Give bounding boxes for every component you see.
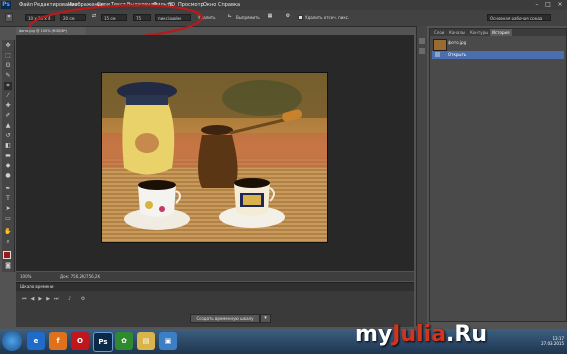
photoshop-icon[interactable]: Ps xyxy=(93,332,113,352)
start-button[interactable] xyxy=(2,331,22,351)
tab-history[interactable]: История xyxy=(490,29,512,36)
brush-tool-icon[interactable]: ✐ xyxy=(4,112,12,120)
dodge-tool-icon[interactable]: ● xyxy=(4,172,12,180)
tab-paths[interactable]: Контуры xyxy=(468,29,490,36)
marquee-tool-icon[interactable]: ⬚ xyxy=(4,52,12,60)
firefox-icon[interactable]: f xyxy=(49,332,67,350)
tools-panel: ✥ ⬚ ʘ ✎ ⌗ ⁄ ✚ ✐ ▲ ↺ ◧ ▬ ◆ ● ✒ T ➤ ▭ ✋ ⌕ … xyxy=(2,40,15,272)
document-image[interactable] xyxy=(101,72,328,243)
shape-tool-icon[interactable]: ▭ xyxy=(4,215,12,223)
collapsed-panel-dock xyxy=(416,26,427,326)
snapshot-label: фото.jpg xyxy=(448,40,467,45)
status-bar: 100% Док: 756,2K/756,2K xyxy=(16,272,414,281)
watermark-part2: Julia xyxy=(392,322,447,347)
pen-tool-icon[interactable]: ✒ xyxy=(4,185,12,193)
picture-viewer-icon[interactable]: ▣ xyxy=(159,332,177,350)
hand-tool-icon[interactable]: ✋ xyxy=(4,228,12,236)
watermark-part1: my xyxy=(355,322,393,347)
document-tab[interactable]: фото.jpg @ 100% (RGB/8*) xyxy=(16,27,86,35)
icq-icon[interactable]: ✿ xyxy=(115,332,133,350)
lasso-tool-icon[interactable]: ʘ xyxy=(4,62,12,70)
chevron-down-icon[interactable]: ▾ xyxy=(260,314,271,323)
tab-layers[interactable]: Слои xyxy=(432,29,446,36)
move-tool-icon[interactable]: ✥ xyxy=(4,42,12,50)
clock-date: 27.03.2015 xyxy=(541,341,564,346)
history-panel: Слои Каналы Контуры История фото.jpg Отк… xyxy=(429,28,567,322)
eyedropper-tool-icon[interactable]: ⁄ xyxy=(4,92,12,100)
snapshot-row[interactable]: фото.jpg xyxy=(432,38,564,51)
history-item[interactable]: Открыть xyxy=(432,51,564,59)
snapshot-thumbnail xyxy=(433,39,447,51)
eraser-tool-icon[interactable]: ◧ xyxy=(4,142,12,150)
timeline-panel: Шкала времени ⏮◀▶▶⏭ ♪ ⚙ Создать временну… xyxy=(16,282,414,327)
history-item-label: Открыть xyxy=(448,52,467,57)
blur-tool-icon[interactable]: ◆ xyxy=(4,162,12,170)
watermark-part3: .Ru xyxy=(446,322,488,347)
history-brush-tool-icon[interactable]: ↺ xyxy=(4,132,12,140)
type-tool-icon[interactable]: T xyxy=(4,195,12,203)
panel-tabs: Слои Каналы Контуры История xyxy=(430,29,566,36)
timeline-title: Шкала времени xyxy=(20,284,54,289)
system-clock[interactable]: 13:17 27.03.2015 xyxy=(541,336,564,346)
zoom-tool-icon[interactable]: ⌕ xyxy=(4,238,12,246)
explorer-icon[interactable]: ▤ xyxy=(137,332,155,350)
playback-controls[interactable]: ⏮◀▶▶⏭ ♪ ⚙ xyxy=(22,296,89,302)
history-state-icon xyxy=(435,52,440,57)
history-panel-icon[interactable] xyxy=(419,38,425,44)
gradient-tool-icon[interactable]: ▬ xyxy=(4,152,12,160)
crop-tool-icon[interactable]: ⌗ xyxy=(4,82,12,90)
ie-icon[interactable]: e xyxy=(27,332,45,350)
path-select-tool-icon[interactable]: ➤ xyxy=(4,205,12,213)
doc-info: Док: 756,2K/756,2K xyxy=(60,274,101,279)
timeline-header xyxy=(16,283,414,291)
healing-tool-icon[interactable]: ✚ xyxy=(4,102,12,110)
coffee-photo xyxy=(102,73,327,242)
create-timeline-button[interactable]: Создать временную шкалу xyxy=(190,314,260,323)
watermark: myJulia.Ru xyxy=(355,322,487,347)
tab-channels[interactable]: Каналы xyxy=(447,29,467,36)
stamp-tool-icon[interactable]: ▲ xyxy=(4,122,12,130)
properties-panel-icon[interactable] xyxy=(419,48,425,54)
foreground-color-swatch[interactable] xyxy=(3,251,11,259)
opera-icon[interactable]: O xyxy=(71,332,89,350)
quick-select-tool-icon[interactable]: ✎ xyxy=(4,72,12,80)
quick-mask-icon[interactable]: ◙ xyxy=(4,262,12,270)
zoom-level[interactable]: 100% xyxy=(20,272,31,281)
